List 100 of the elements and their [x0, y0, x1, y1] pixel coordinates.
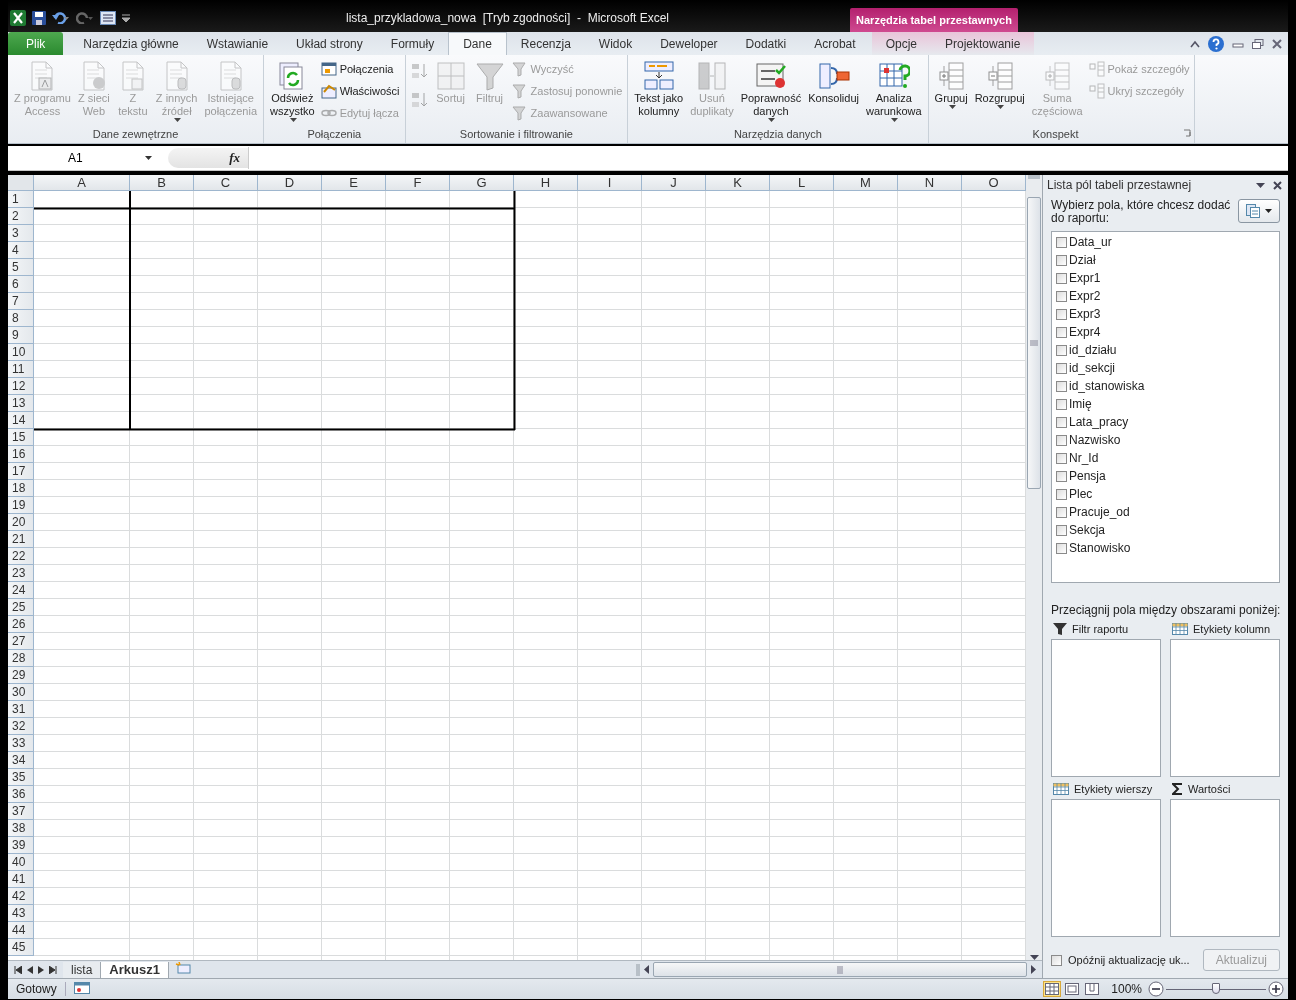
field-label[interactable]: id_stanowiska [1069, 379, 1145, 393]
row-header[interactable]: 15 [8, 429, 34, 446]
field-label[interactable]: Pensja [1069, 469, 1106, 483]
field-label[interactable]: id_sekcji [1069, 361, 1116, 375]
column-header[interactable]: F [386, 175, 450, 191]
ribbon-button[interactable]: Właściwości [318, 82, 402, 100]
row-header[interactable]: 3 [8, 225, 34, 242]
row-header[interactable]: 37 [8, 803, 34, 820]
column-header[interactable]: K [706, 175, 770, 191]
column-header[interactable]: I [578, 175, 642, 191]
cell-grid[interactable] [962, 191, 1026, 960]
row-header[interactable]: 33 [8, 735, 34, 752]
row-header[interactable]: 45 [8, 939, 34, 956]
checkbox[interactable] [1056, 416, 1067, 428]
row-header[interactable]: 39 [8, 837, 34, 854]
cell-grid[interactable] [386, 191, 450, 960]
row-header[interactable]: 32 [8, 718, 34, 735]
checkbox[interactable] [1056, 506, 1067, 518]
checkbox[interactable] [1056, 524, 1067, 536]
cell-grid[interactable] [450, 191, 514, 960]
row-header[interactable]: 17 [8, 463, 34, 480]
column-header[interactable]: O [962, 175, 1026, 191]
row-header[interactable]: 4 [8, 242, 34, 259]
column-header[interactable]: M [834, 175, 898, 191]
column-header[interactable]: A [34, 175, 130, 191]
view-button[interactable] [1043, 981, 1062, 997]
row-header[interactable]: 5 [8, 259, 34, 276]
ribbon-tab[interactable]: Dodatki [731, 32, 801, 55]
column-header[interactable]: C [194, 175, 258, 191]
row-header[interactable]: 25 [8, 599, 34, 616]
ribbon-tab[interactable]: Układ strony [282, 32, 377, 55]
row-header[interactable]: 19 [8, 497, 34, 514]
row-header[interactable]: 10 [8, 344, 34, 361]
checkbox[interactable] [1056, 380, 1067, 392]
ribbon-tab[interactable]: Dane [448, 32, 507, 55]
row-header[interactable]: 40 [8, 854, 34, 871]
row-header[interactable]: 24 [8, 582, 34, 599]
field-label[interactable]: Stanowisko [1069, 541, 1131, 555]
row-header[interactable]: 21 [8, 531, 34, 548]
ribbon-button[interactable]: Analiza warunkowa [862, 58, 925, 128]
field-label[interactable]: Expr3 [1069, 307, 1101, 321]
row-header[interactable]: 22 [8, 548, 34, 565]
column-header[interactable]: B [130, 175, 194, 191]
column-header[interactable]: H [514, 175, 578, 191]
field-label[interactable]: Nazwisko [1069, 433, 1121, 447]
ribbon-button[interactable]: Odśwież wszystko [267, 58, 318, 128]
drop-area[interactable] [1170, 799, 1280, 937]
ribbon-button[interactable]: Grupuj [931, 58, 971, 128]
scroll-thumb[interactable] [1027, 197, 1041, 489]
row-header[interactable]: 1 [8, 191, 34, 208]
cell-grid[interactable] [258, 191, 322, 960]
field-label[interactable]: id_działu [1069, 343, 1117, 357]
cell-grid[interactable] [642, 191, 706, 960]
ribbon-button[interactable]: Połączenia [318, 60, 402, 78]
checkbox[interactable] [1056, 542, 1067, 554]
insert-function-button[interactable]: fx [229, 150, 240, 166]
field-label[interactable]: Plec [1069, 487, 1093, 501]
row-header[interactable]: 26 [8, 616, 34, 633]
row-header[interactable]: 12 [8, 378, 34, 395]
row-header[interactable]: 42 [8, 888, 34, 905]
cell-grid[interactable] [834, 191, 898, 960]
row-header[interactable]: 16 [8, 446, 34, 463]
defer-label[interactable]: Opóźnij aktualizację uk... [1068, 954, 1190, 966]
field-label[interactable]: Lata_pracy [1069, 415, 1129, 429]
column-header[interactable]: D [258, 175, 322, 191]
row-header[interactable]: 8 [8, 310, 34, 327]
cell-grid[interactable] [322, 191, 386, 960]
drop-area[interactable] [1051, 799, 1161, 937]
ribbon-button[interactable]: Poprawność danych [737, 58, 805, 128]
row-header[interactable]: 41 [8, 871, 34, 888]
row-header[interactable]: 43 [8, 905, 34, 922]
column-header[interactable]: N [898, 175, 962, 191]
column-header[interactable]: E [322, 175, 386, 191]
checkbox[interactable] [1056, 398, 1067, 410]
checkbox[interactable] [1056, 452, 1067, 464]
cell-grid[interactable] [706, 191, 770, 960]
cell-grid[interactable] [514, 191, 578, 960]
row-header[interactable]: 38 [8, 820, 34, 837]
scroll-thumb[interactable] [653, 962, 1027, 977]
view-button[interactable] [1063, 981, 1082, 997]
zoom-level[interactable]: 100% [1111, 982, 1142, 996]
row-header[interactable]: 20 [8, 514, 34, 531]
checkbox[interactable] [1056, 236, 1067, 248]
field-label[interactable]: Dział [1069, 253, 1096, 267]
checkbox[interactable] [1056, 434, 1067, 446]
row-header[interactable]: 28 [8, 650, 34, 667]
row-header[interactable]: 9 [8, 327, 34, 344]
field-label[interactable]: Imię [1069, 397, 1092, 411]
ribbon-tab[interactable]: Formuły [376, 32, 449, 55]
checkbox[interactable] [1056, 308, 1067, 320]
ribbon-button[interactable]: Konsoliduj [805, 58, 862, 128]
checkbox[interactable] [1056, 272, 1067, 284]
drop-area[interactable] [1051, 639, 1161, 777]
checkbox[interactable] [1056, 326, 1067, 338]
sheet-tab[interactable]: lista [63, 961, 102, 978]
row-header[interactable]: 29 [8, 667, 34, 684]
checkbox[interactable] [1056, 344, 1067, 356]
cell-grid[interactable] [194, 191, 258, 960]
cell-grid[interactable] [770, 191, 834, 960]
field-label[interactable]: Expr2 [1069, 289, 1101, 303]
